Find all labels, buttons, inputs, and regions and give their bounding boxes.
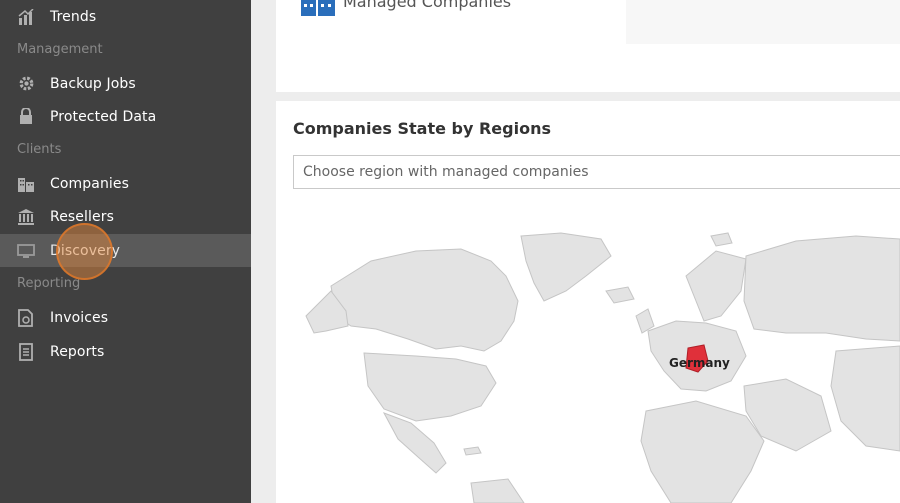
section-title: Companies State by Regions <box>293 119 551 138</box>
section-header-management: Management <box>17 42 103 57</box>
buildings-icon <box>301 0 335 16</box>
sidebar-item-label: Reports <box>50 343 105 360</box>
region-select[interactable]: Choose region with managed companies <box>293 155 900 189</box>
map-region-caribbean <box>463 446 482 456</box>
map-region-iceland <box>605 286 635 304</box>
managed-companies-panel: Managed Companies <box>276 0 900 92</box>
map-label-germany: Germany <box>669 356 730 370</box>
trends-icon <box>17 8 35 26</box>
sidebar-item-companies[interactable]: Companies <box>0 167 251 200</box>
lock-icon <box>17 108 35 126</box>
sidebar-item-protected-data[interactable]: Protected Data <box>0 100 251 133</box>
monitor-icon <box>17 242 35 260</box>
sidebar-item-trends[interactable]: Trends <box>0 0 251 33</box>
page-title: Managed Companies <box>343 0 512 11</box>
map-region-svalbard <box>710 232 733 247</box>
sidebar-item-resellers[interactable]: Resellers <box>0 200 251 233</box>
report-icon <box>17 342 35 361</box>
sidebar-item-label: Backup Jobs <box>50 75 136 92</box>
map-region-mexico <box>382 412 447 474</box>
sidebar-item-label: Companies <box>50 175 130 192</box>
sidebar-item-discovery[interactable]: Discovery <box>0 234 251 267</box>
map-region-asia <box>830 345 900 452</box>
sidebar-item-label: Resellers <box>50 208 114 225</box>
section-header-reporting: Reporting <box>17 276 81 291</box>
map-region-scandinavia <box>685 250 747 322</box>
world-map[interactable] <box>276 221 900 503</box>
sidebar-item-reports[interactable]: Reports <box>0 335 251 368</box>
header-placeholder-box <box>626 0 900 44</box>
map-region-africa <box>640 400 765 503</box>
gear-icon <box>17 75 35 93</box>
sidebar-item-label: Trends <box>50 8 97 25</box>
sidebar-item-invoices[interactable]: Invoices <box>0 301 251 334</box>
sidebar: Trends Management Backup Jobs Protected … <box>0 0 251 503</box>
sidebar-item-label: Protected Data <box>50 108 157 125</box>
bank-icon <box>17 208 35 226</box>
map-region-russia <box>743 235 900 342</box>
map-region-south-america <box>470 478 525 503</box>
map-region-usa <box>363 352 497 422</box>
map-region-greenland <box>520 232 612 302</box>
sidebar-item-label: Invoices <box>50 309 109 326</box>
buildings-icon <box>17 175 35 193</box>
invoice-icon <box>17 308 35 327</box>
sidebar-item-backup-jobs[interactable]: Backup Jobs <box>0 67 251 100</box>
map-region-canada <box>330 248 519 352</box>
section-header-clients: Clients <box>17 142 62 157</box>
regions-panel: Companies State by Regions Choose region… <box>276 101 900 503</box>
sidebar-item-label: Discovery <box>50 242 121 259</box>
